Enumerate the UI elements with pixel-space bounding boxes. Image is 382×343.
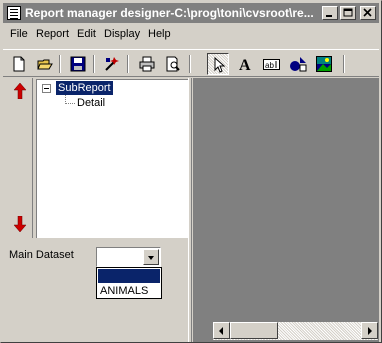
menu-file[interactable]: File <box>10 28 28 40</box>
image-tool-button[interactable] <box>313 53 335 75</box>
print-preview-icon <box>166 56 180 72</box>
svg-text:A: A <box>239 57 251 72</box>
select-tool-button[interactable] <box>207 53 229 75</box>
toolbar-separator <box>127 55 129 73</box>
toolbar: A ab <box>3 49 379 77</box>
toolbar-separator <box>59 55 61 73</box>
scroll-thumb[interactable] <box>230 322 278 339</box>
minimize-icon <box>326 15 332 17</box>
print-preview-button[interactable] <box>162 53 184 75</box>
toolbar-separator <box>343 55 345 73</box>
text-tool-button[interactable]: A <box>234 53 256 75</box>
toolbar-separator <box>93 55 95 73</box>
open-button[interactable] <box>34 53 56 75</box>
svg-text:ab: ab <box>265 61 274 70</box>
scroll-left-button[interactable] <box>213 322 230 339</box>
menu-display[interactable]: Display <box>104 28 140 40</box>
move-up-arrow-icon[interactable] <box>13 83 27 99</box>
wizard-icon <box>105 57 119 71</box>
close-icon <box>363 8 372 17</box>
report-tree[interactable]: SubReport Detail <box>36 79 188 238</box>
main-dataset-select[interactable] <box>96 247 161 267</box>
move-buttons-strip <box>6 78 33 238</box>
horizontal-scrollbar[interactable] <box>213 322 378 340</box>
edit-field-icon: ab <box>263 59 280 70</box>
scroll-right-button[interactable] <box>361 322 378 339</box>
close-button[interactable] <box>360 6 376 20</box>
open-folder-icon <box>37 59 53 70</box>
menu-help[interactable]: Help <box>148 28 171 40</box>
tree-connector <box>65 103 75 104</box>
text-label-icon: A <box>239 57 251 72</box>
panel-splitter[interactable] <box>188 78 192 342</box>
field-tool-button[interactable]: ab <box>260 53 282 75</box>
print-button[interactable] <box>136 53 158 75</box>
toolbar-separator <box>189 55 191 73</box>
dropdown-option-empty[interactable] <box>98 269 160 283</box>
menu-edit[interactable]: Edit <box>77 28 96 40</box>
maximize-button[interactable] <box>340 6 356 20</box>
minimize-button[interactable] <box>322 6 338 20</box>
app-window: Report manager designer-C:\prog\toni\cvs… <box>0 0 382 343</box>
chevron-down-icon[interactable] <box>143 249 159 265</box>
title-bar[interactable]: Report manager designer-C:\prog\toni\cvs… <box>3 3 379 23</box>
collapse-icon[interactable] <box>42 84 51 93</box>
new-file-icon <box>13 56 25 72</box>
shapes-icon <box>290 57 307 72</box>
move-down-arrow-icon[interactable] <box>13 216 27 232</box>
wizard-button[interactable] <box>101 53 123 75</box>
window-title: Report manager designer-C:\prog\toni\cvs… <box>25 6 314 20</box>
tree-node-detail[interactable]: Detail <box>77 97 105 109</box>
new-file-button[interactable] <box>8 53 30 75</box>
select-arrow-icon <box>214 57 226 73</box>
save-icon <box>70 56 86 72</box>
dataset-panel: Main Dataset ANIMALS <box>3 238 188 342</box>
print-icon <box>139 56 155 72</box>
menu-bar: File Report Edit Display Help <box>3 25 379 43</box>
design-area[interactable] <box>193 78 379 342</box>
maximize-icon <box>343 8 353 17</box>
shape-tool-button[interactable] <box>286 53 308 75</box>
structure-panel: SubReport Detail <box>3 78 188 238</box>
image-icon <box>316 56 332 72</box>
app-icon <box>7 6 21 20</box>
menu-report[interactable]: Report <box>36 28 69 40</box>
tree-node-subreport[interactable]: SubReport <box>56 81 113 95</box>
dataset-dropdown-list: ANIMALS <box>96 267 162 299</box>
dropdown-option-animals[interactable]: ANIMALS <box>98 284 160 298</box>
main-dataset-label: Main Dataset <box>9 249 74 261</box>
save-button[interactable] <box>67 53 89 75</box>
